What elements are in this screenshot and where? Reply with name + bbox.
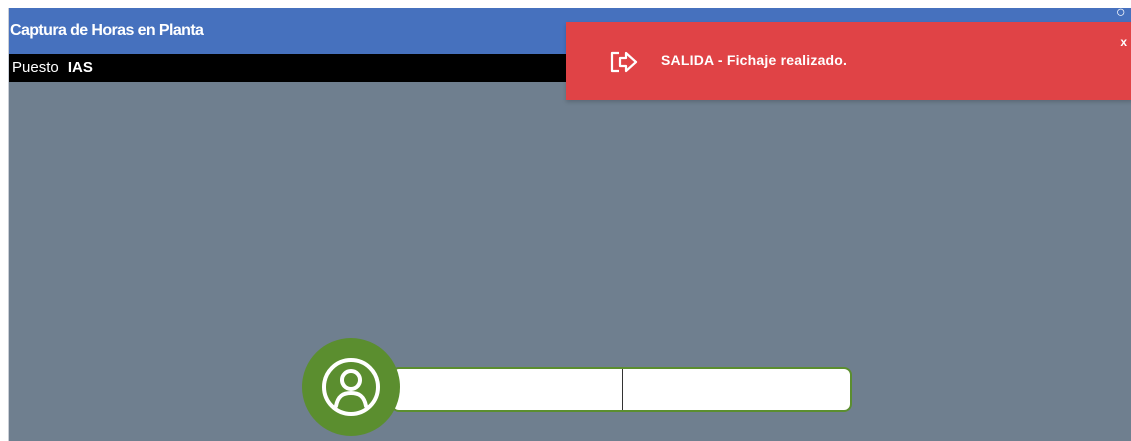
notification-message: SALIDA - Fichaje realizado.	[661, 52, 848, 68]
station-value: IAS	[67, 59, 93, 76]
login-area	[302, 338, 862, 441]
station-label: Puesto	[12, 59, 59, 76]
application-window: Captura de Horas en Planta ○ Puesto IAS …	[8, 8, 1131, 441]
app-screen: Captura de Horas en Planta ○ Puesto IAS …	[0, 0, 1131, 441]
credential-input-group	[391, 367, 852, 412]
logout-icon	[610, 51, 638, 73]
second-credential-input[interactable]	[624, 369, 850, 410]
window-title: Captura de Horas en Planta	[10, 22, 204, 39]
notification-close-button[interactable]: x	[1120, 35, 1127, 49]
exit-notification: SALIDA - Fichaje realizado. x	[566, 22, 1131, 100]
user-icon	[322, 358, 380, 416]
user-avatar	[302, 338, 400, 436]
first-credential-input[interactable]	[393, 369, 622, 410]
field-divider	[622, 369, 623, 410]
